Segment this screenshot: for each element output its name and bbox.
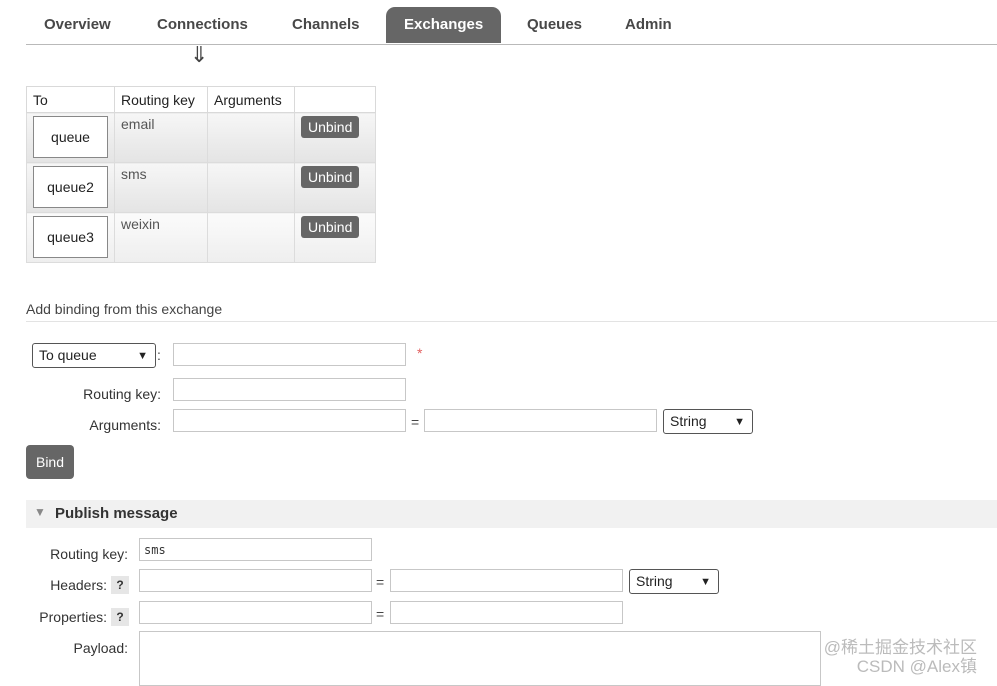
property-key-input[interactable] [139,601,372,624]
main-nav: Overview Connections Channels Exchanges … [26,7,997,45]
bindings-table: To Routing key Arguments queue email Unb… [26,86,376,263]
property-value-input[interactable] [390,601,623,624]
routing-key-cell: weixin [121,216,160,232]
properties-label: Properties: [39,609,107,625]
col-header-to: To [26,86,115,113]
watermark-line-1: @稀土掘金技术社区 [823,638,977,657]
header-key-input[interactable] [139,569,372,592]
header-type-value: String [636,573,673,589]
col-header-arguments: Arguments [207,86,295,113]
collapse-triangle-icon: ▼ [34,505,46,519]
queue-link[interactable]: queue3 [33,216,108,258]
payload-textarea[interactable] [139,631,821,686]
arguments-cell [207,112,295,163]
tab-exchanges[interactable]: Exchanges [386,7,502,43]
destination-name-input[interactable] [173,343,406,366]
binding-argument-value-input[interactable] [424,409,657,432]
publish-routing-key-label: Routing key: [50,546,128,562]
col-header-actions [294,86,376,113]
queue-link[interactable]: queue [33,116,108,158]
bind-button[interactable]: Bind [26,445,74,479]
watermark-line-2: CSDN @Alex镇 [856,657,977,676]
tab-channels[interactable]: Channels [274,7,378,43]
equals-sign: = [376,574,385,590]
binding-routing-key-label: Routing key: [83,386,161,402]
header-type-select[interactable]: String ▼ [629,569,719,594]
section-divider [26,321,997,322]
unbind-button[interactable]: Unbind [301,116,360,138]
binding-argument-key-input[interactable] [173,409,406,432]
arguments-cell [207,212,295,263]
chevron-down-icon: ▼ [734,416,745,428]
equals-sign: = [411,414,420,430]
publish-message-title: Publish message [55,505,178,522]
binding-argument-type-value: String [670,413,707,429]
tab-queues[interactable]: Queues [509,7,600,43]
help-icon[interactable]: ? [111,608,129,626]
unbind-button[interactable]: Unbind [301,216,360,238]
help-icon[interactable]: ? [111,576,129,594]
binding-routing-key-input[interactable] [173,378,406,401]
headers-label: Headers: [50,577,107,593]
equals-sign: = [376,606,385,622]
watermark: @稀土掘金技术社区 CSDN @Alex镇 [824,638,977,676]
payload-label: Payload: [73,640,128,656]
arguments-cell [207,162,295,213]
routing-key-cell: sms [121,166,147,182]
tab-admin[interactable]: Admin [607,7,690,43]
binding-argument-type-select[interactable]: String ▼ [663,409,753,434]
table-header-row: To Routing key Arguments [26,86,376,113]
tab-overview[interactable]: Overview [26,7,129,43]
tab-connections[interactable]: Connections [139,7,266,43]
header-value-input[interactable] [390,569,623,592]
queue-link[interactable]: queue2 [33,166,108,208]
down-arrow-icon: ⇓ [190,42,209,67]
routing-key-cell: email [121,116,155,132]
required-marker: * [417,345,423,361]
destination-type-value: To queue [39,347,97,363]
col-header-routing-key: Routing key [114,86,208,113]
chevron-down-icon: ▼ [137,350,148,362]
add-binding-title: Add binding from this exchange [26,301,223,317]
binding-arguments-label: Arguments: [89,417,161,433]
colon-separator: : [157,347,161,363]
table-row: queue email Unbind [26,112,376,163]
publish-routing-key-input[interactable]: sms [139,538,372,561]
table-row: queue3 weixin Unbind [26,212,376,263]
chevron-down-icon: ▼ [700,576,711,588]
table-row: queue2 sms Unbind [26,162,376,213]
unbind-button[interactable]: Unbind [301,166,360,188]
destination-type-select[interactable]: To queue ▼ [32,343,156,368]
publish-message-section-toggle[interactable]: ▼ Publish message [26,500,997,528]
